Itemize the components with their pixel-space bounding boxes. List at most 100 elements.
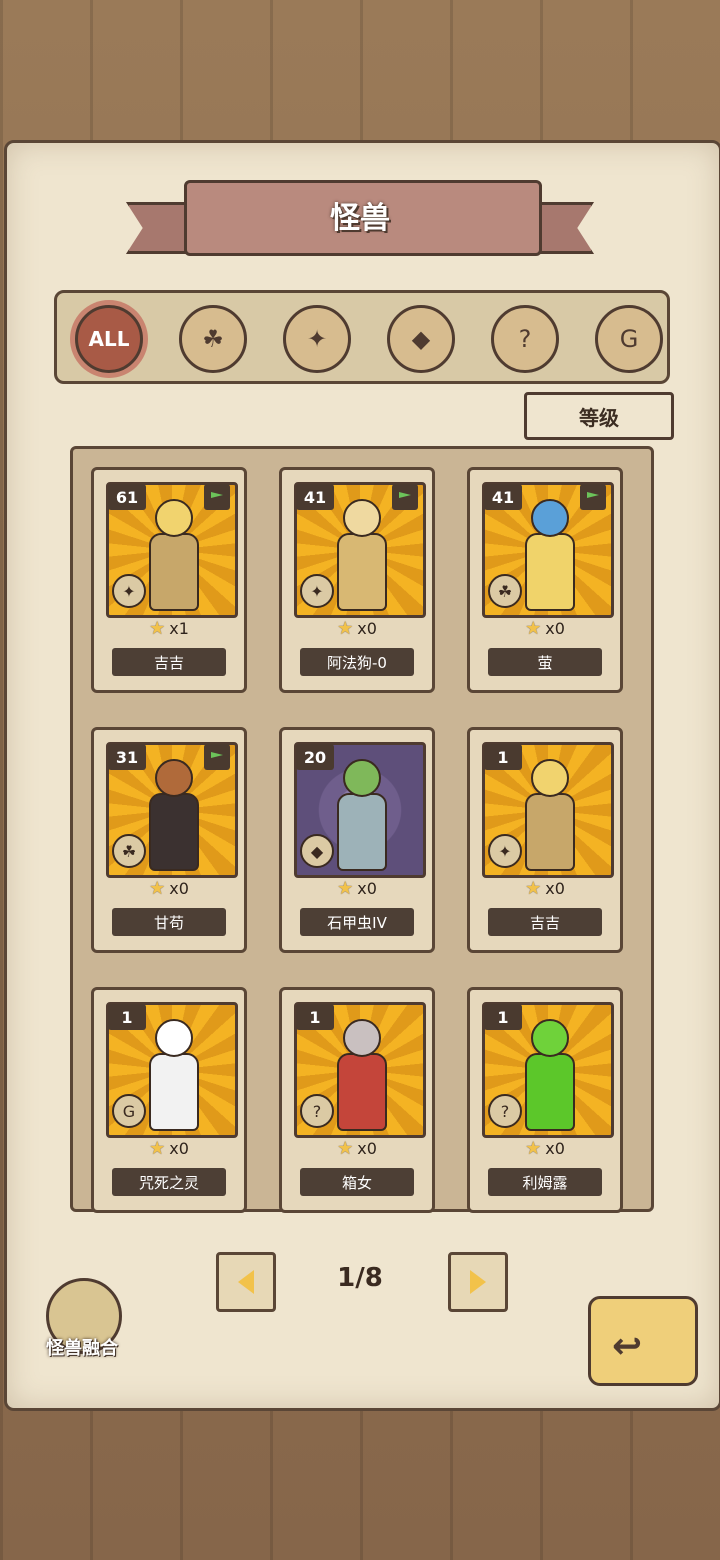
star-icon: ★ — [149, 1137, 166, 1159]
star-icon: ★ — [337, 617, 354, 639]
monster-card[interactable]: 1? ★ x0 箱女 — [279, 987, 435, 1213]
star-count-value: x1 — [169, 618, 189, 638]
level-badge: 1 — [108, 1004, 146, 1030]
monster-body — [525, 1053, 575, 1131]
monster-card[interactable]: 20 ◆ ★ x0 石甲虫IV — [279, 727, 435, 953]
monster-body — [337, 1053, 387, 1131]
star-icon: ★ — [149, 617, 166, 639]
fusion-label: 怪兽融合 — [46, 1338, 118, 1359]
monster-name: 吉吉 — [488, 908, 602, 936]
monster-head — [155, 1019, 193, 1057]
next-page-button[interactable] — [448, 1252, 508, 1312]
monster-card[interactable]: 41 ✦ ★ x0 阿法狗-0 — [279, 467, 435, 693]
monster-name: 吉吉 — [112, 648, 226, 676]
star-icon: ★ — [337, 877, 354, 899]
star-count: ★ x0 — [470, 616, 620, 640]
star-count-value: x0 — [357, 618, 377, 638]
monster-name: 箱女 — [300, 1168, 414, 1196]
monster-body — [149, 793, 199, 871]
level-badge: 41 — [484, 484, 522, 510]
monster-fusion-button[interactable]: 怪兽融合 — [36, 1278, 128, 1364]
monster-head — [155, 499, 193, 537]
monster-figure — [331, 499, 389, 611]
monster-body — [337, 793, 387, 871]
monster-name: 咒死之灵 — [112, 1168, 226, 1196]
monster-card[interactable]: 61 ✦ ★ x1 吉吉 — [91, 467, 247, 693]
flag-icon — [580, 484, 606, 510]
filter-all[interactable]: ALL — [75, 305, 143, 373]
monster-card[interactable]: 41 ☘ ★ x0 萤 — [467, 467, 623, 693]
back-button[interactable]: ↩ — [588, 1296, 698, 1386]
page-indicator: 1/8 — [337, 1263, 383, 1293]
monster-head — [531, 1019, 569, 1057]
monster-name: 甘苟 — [112, 908, 226, 936]
paw-icon: ✦ — [300, 574, 334, 608]
filter-crystal[interactable]: ◆ — [387, 305, 455, 373]
monster-name: 萤 — [488, 648, 602, 676]
monster-figure — [143, 759, 201, 871]
paw-icon: ✦ — [112, 574, 146, 608]
flag-icon — [204, 484, 230, 510]
monster-body — [525, 793, 575, 871]
monster-figure — [331, 759, 389, 871]
monster-head — [343, 499, 381, 537]
star-count-value: x0 — [169, 878, 189, 898]
flag-icon — [392, 484, 418, 510]
back-arrow-icon: ↩ — [612, 1326, 643, 1367]
star-count: ★ x0 — [94, 876, 244, 900]
monster-name: 利姆露 — [488, 1168, 602, 1196]
monster-card[interactable]: 31 ☘ ★ x0 甘苟 — [91, 727, 247, 953]
clover-icon: ☘ — [202, 325, 224, 353]
page-title: 怪兽 — [330, 201, 390, 236]
monster-body — [525, 533, 575, 611]
filter-question[interactable]: ? — [491, 305, 559, 373]
star-count-value: x0 — [357, 878, 377, 898]
monster-figure — [143, 1019, 201, 1131]
level-badge: 61 — [108, 484, 146, 510]
monster-card[interactable]: 1 G ★ x0 咒死之灵 — [91, 987, 247, 1213]
title-banner: 怪兽 — [126, 180, 594, 260]
monster-head — [343, 1019, 381, 1057]
right-arrow-icon — [470, 1270, 486, 1294]
star-count: ★ x0 — [470, 1136, 620, 1160]
clover-icon: ☘ — [488, 574, 522, 608]
monster-name: 阿法狗-0 — [300, 648, 414, 676]
star-count-value: x0 — [545, 878, 565, 898]
level-badge: 1 — [484, 744, 522, 770]
monster-card[interactable]: 1? ★ x0 利姆露 — [467, 987, 623, 1213]
star-icon: ★ — [525, 617, 542, 639]
filter-clover[interactable]: ☘ — [179, 305, 247, 373]
question-icon: ? — [488, 1094, 522, 1128]
star-count-value: x0 — [357, 1138, 377, 1158]
level-badge: 20 — [296, 744, 334, 770]
clover-icon: ☘ — [112, 834, 146, 868]
star-icon: ★ — [149, 877, 166, 899]
monster-name: 石甲虫IV — [300, 908, 414, 936]
spiral-icon: G — [112, 1094, 146, 1128]
level-badge: 31 — [108, 744, 146, 770]
filter-bar: ALL ☘ ✦ ◆? G — [54, 290, 670, 384]
sort-button[interactable]: 等级 — [524, 392, 674, 440]
star-count: ★ x0 — [470, 876, 620, 900]
filter-spiral[interactable]: G — [595, 305, 663, 373]
back-button-frame — [588, 1296, 698, 1386]
star-icon: ★ — [525, 1137, 542, 1159]
star-count: ★ x1 — [94, 616, 244, 640]
level-badge: 41 — [296, 484, 334, 510]
crystal-icon: ◆ — [300, 834, 334, 868]
prev-page-button[interactable] — [216, 1252, 276, 1312]
monster-body — [149, 533, 199, 611]
monster-card[interactable]: 1 ✦ ★ x0 吉吉 — [467, 727, 623, 953]
all-icon: ALL — [88, 327, 130, 351]
star-count: ★ x0 — [282, 876, 432, 900]
monster-figure — [331, 1019, 389, 1131]
flag-icon — [204, 744, 230, 770]
star-count-value: x0 — [545, 618, 565, 638]
star-count-value: x0 — [169, 1138, 189, 1158]
filter-paw[interactable]: ✦ — [283, 305, 351, 373]
question-icon: ? — [300, 1094, 334, 1128]
star-count: ★ x0 — [94, 1136, 244, 1160]
monster-head — [155, 759, 193, 797]
monster-figure — [519, 1019, 577, 1131]
monster-head — [531, 499, 569, 537]
